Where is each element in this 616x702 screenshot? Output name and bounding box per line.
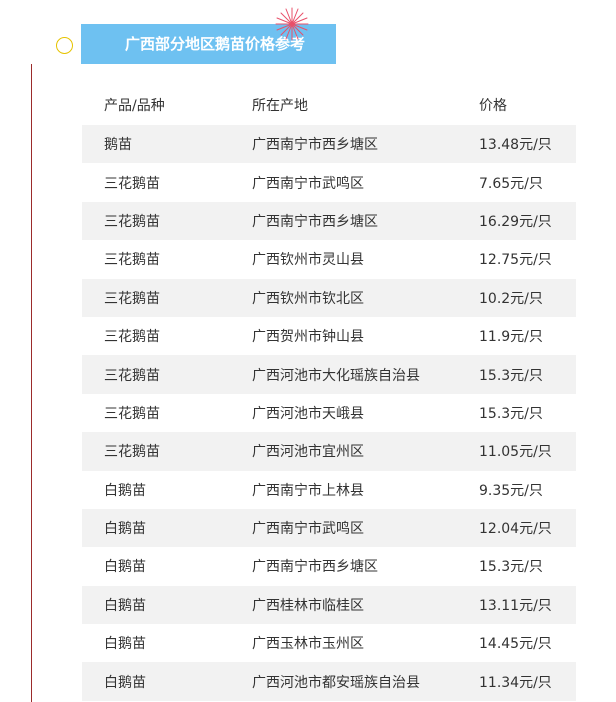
cell-product: 白鹅苗 xyxy=(104,597,146,614)
table-row: 三花鹅苗 广西钦州市灵山县 12.75元/只 xyxy=(82,240,576,278)
cell-product: 三花鹅苗 xyxy=(104,290,160,307)
table-row: 三花鹅苗 广西南宁市西乡塘区 16.29元/只 xyxy=(82,201,576,241)
column-header-price: 价格 xyxy=(479,98,507,114)
cell-product: 白鹅苗 xyxy=(104,482,146,499)
cell-origin: 广西河池市天峨县 xyxy=(252,405,364,422)
table-header-row: 产品/品种 所在产地 价格 xyxy=(82,85,576,125)
circle-bullet-icon xyxy=(56,37,73,54)
table-row: 白鹅苗 广西南宁市上林县 9.35元/只 xyxy=(82,471,576,509)
cell-origin: 广西桂林市临桂区 xyxy=(252,597,364,614)
table-row: 三花鹅苗 广西河池市大化瑶族自治县 15.3元/只 xyxy=(82,355,576,394)
cell-origin: 广西钦州市灵山县 xyxy=(252,252,364,269)
cell-origin: 广西河池市宜州区 xyxy=(252,444,364,461)
table-row: 三花鹅苗 广西贺州市钟山县 11.9元/只 xyxy=(82,317,576,355)
cell-origin: 广西南宁市西乡塘区 xyxy=(252,137,378,154)
table-row: 白鹅苗 广西桂林市临桂区 13.11元/只 xyxy=(82,585,576,625)
cell-origin: 广西玉林市玉州区 xyxy=(252,636,364,653)
cell-price: 12.04元/只 xyxy=(479,521,552,538)
cell-price: 15.3元/只 xyxy=(479,367,543,384)
cell-price: 13.48元/只 xyxy=(479,137,552,154)
cell-origin: 广西南宁市武鸣区 xyxy=(252,521,364,538)
table-row: 三花鹅苗 广西河池市宜州区 11.05元/只 xyxy=(82,432,576,471)
table-row: 三花鹅苗 广西河池市天峨县 15.3元/只 xyxy=(82,394,576,432)
cell-price: 15.3元/只 xyxy=(479,559,543,576)
cell-product: 三花鹅苗 xyxy=(104,367,160,384)
cell-product: 白鹅苗 xyxy=(104,636,146,653)
firework-icon xyxy=(275,7,309,41)
cell-product: 白鹅苗 xyxy=(104,559,146,576)
table-row: 白鹅苗 广西河池市都安瑶族自治县 11.34元/只 xyxy=(82,662,576,701)
cell-product: 三花鹅苗 xyxy=(104,213,160,230)
column-header-product: 产品/品种 xyxy=(104,98,165,114)
cell-price: 13.11元/只 xyxy=(479,597,552,614)
price-table: 产品/品种 所在产地 价格 鹅苗 广西南宁市西乡塘区 13.48元/只 三花鹅苗 广西南… xyxy=(82,85,576,701)
cell-origin: 广西南宁市西乡塘区 xyxy=(252,559,378,576)
cell-price: 9.35元/只 xyxy=(479,482,543,499)
cell-price: 16.29元/只 xyxy=(479,213,552,230)
cell-price: 15.3元/只 xyxy=(479,405,543,422)
cell-product: 三花鹅苗 xyxy=(104,405,160,422)
cell-product: 鹅苗 xyxy=(104,137,132,154)
table-row: 三花鹅苗 广西南宁市武鸣区 7.65元/只 xyxy=(82,163,576,201)
cell-origin: 广西河池市都安瑶族自治县 xyxy=(252,674,420,691)
cell-origin: 广西钦州市钦北区 xyxy=(252,290,364,307)
cell-origin: 广西河池市大化瑶族自治县 xyxy=(252,367,420,384)
cell-price: 12.75元/只 xyxy=(479,252,552,269)
cell-product: 三花鹅苗 xyxy=(104,329,160,346)
cell-price: 14.45元/只 xyxy=(479,636,552,653)
cell-price: 7.65元/只 xyxy=(479,175,543,192)
cell-origin: 广西南宁市武鸣区 xyxy=(252,175,364,192)
table-row: 三花鹅苗 广西钦州市钦北区 10.2元/只 xyxy=(82,278,576,317)
cell-product: 白鹅苗 xyxy=(104,521,146,538)
table-row: 白鹅苗 广西南宁市武鸣区 12.04元/只 xyxy=(82,508,576,548)
cell-origin: 广西南宁市上林县 xyxy=(252,482,364,499)
cell-origin: 广西贺州市钟山县 xyxy=(252,329,364,346)
cell-price: 11.05元/只 xyxy=(479,444,552,461)
table-row: 白鹅苗 广西玉林市玉州区 14.45元/只 xyxy=(82,624,576,662)
cell-price: 11.9元/只 xyxy=(479,329,543,346)
cell-product: 三花鹅苗 xyxy=(104,444,160,461)
cell-product: 三花鹅苗 xyxy=(104,175,160,192)
cell-price: 10.2元/只 xyxy=(479,290,543,307)
cell-product: 白鹅苗 xyxy=(104,674,146,691)
table-row: 白鹅苗 广西南宁市西乡塘区 15.3元/只 xyxy=(82,547,576,585)
column-header-origin: 所在产地 xyxy=(252,98,308,114)
cell-product: 三花鹅苗 xyxy=(104,252,160,269)
cell-price: 11.34元/只 xyxy=(479,674,552,691)
table-row: 鹅苗 广西南宁市西乡塘区 13.48元/只 xyxy=(82,125,576,164)
cell-origin: 广西南宁市西乡塘区 xyxy=(252,213,378,230)
left-accent-line xyxy=(31,64,32,702)
